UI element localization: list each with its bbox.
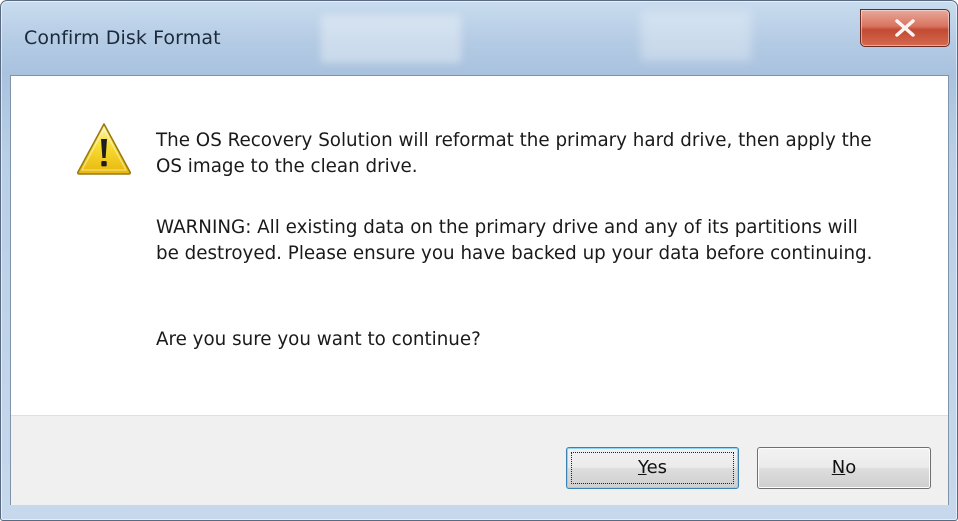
yes-mnemonic: Y xyxy=(637,457,647,478)
close-button[interactable] xyxy=(860,9,950,47)
titlebar-glass-reflection xyxy=(321,15,461,63)
dialog-client-area: The OS Recovery Solution will reformat t… xyxy=(10,75,949,505)
warning-icon xyxy=(76,123,132,175)
message-area: The OS Recovery Solution will reformat t… xyxy=(11,76,948,415)
button-bar: Yes No xyxy=(11,415,948,505)
yes-label: es xyxy=(646,457,668,478)
no-mnemonic: N xyxy=(831,457,846,478)
yes-button[interactable]: Yes xyxy=(566,447,739,489)
titlebar-glass-reflection xyxy=(641,11,751,61)
message-warning: WARNING: All existing data on the primar… xyxy=(156,217,873,264)
no-button[interactable]: No xyxy=(757,447,931,489)
dialog-window: Confirm Disk Format The OS Recovery Solu… xyxy=(0,0,958,521)
no-label: o xyxy=(845,457,857,478)
message-intro: The OS Recovery Solution will reformat t… xyxy=(156,130,872,177)
window-title: Confirm Disk Format xyxy=(24,27,221,49)
close-icon xyxy=(895,19,915,37)
message-question: Are you sure you want to continue? xyxy=(156,329,481,350)
